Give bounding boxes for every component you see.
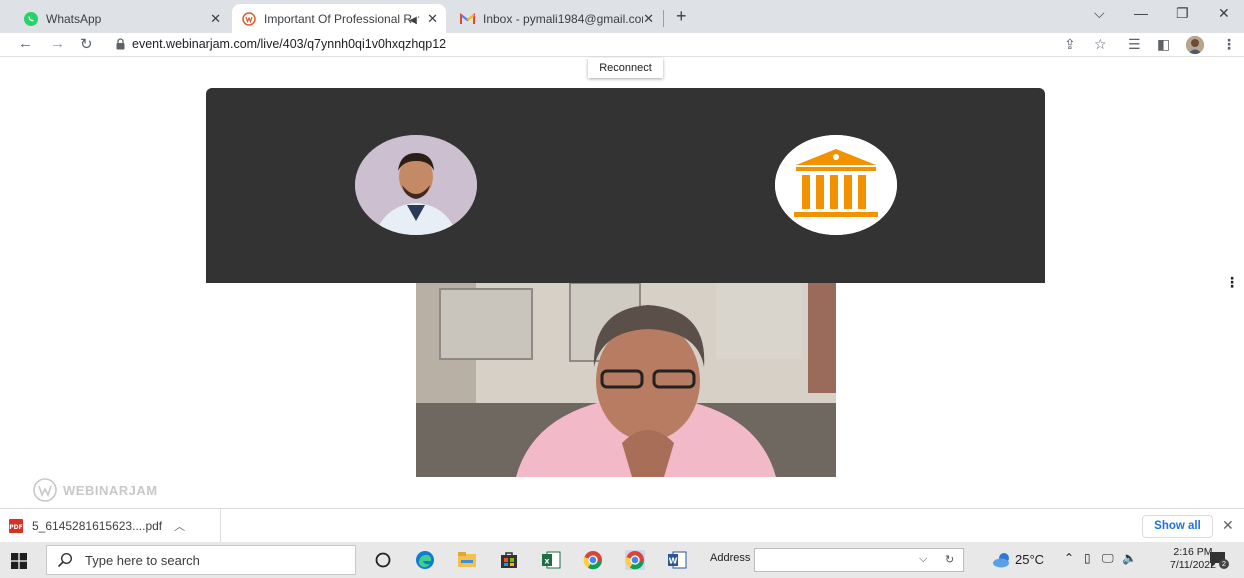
organization-avatar[interactable] — [775, 135, 897, 235]
reload-icon[interactable]: ↻ — [80, 35, 93, 53]
side-menu-icon[interactable]: ⋮ — [1225, 274, 1239, 292]
minimize-icon[interactable]: — — [1134, 5, 1148, 21]
presenter-photo-icon — [355, 135, 477, 235]
show-hidden-icons-chevron-icon[interactable]: ⌃ — [1064, 551, 1074, 565]
tab-search-chevron-icon[interactable]: ⌵ — [1094, 5, 1105, 22]
tab-whatsapp[interactable]: WhatsApp ✕ — [14, 4, 229, 33]
tab-strip: WhatsApp ✕ Important Of Professional Re … — [0, 0, 1244, 33]
go-refresh-icon[interactable]: ↻ — [945, 553, 954, 566]
forward-icon[interactable]: → — [50, 35, 65, 52]
chrome-icon[interactable] — [583, 550, 603, 570]
webcam-video[interactable] — [416, 283, 836, 477]
new-tab-icon[interactable]: + — [676, 6, 687, 27]
word-icon[interactable]: W — [667, 550, 687, 570]
whatsapp-icon — [24, 11, 38, 26]
excel-icon[interactable]: x — [541, 550, 561, 570]
tab-webinar[interactable]: Important Of Professional Re ◀ॱ ✕ — [232, 4, 446, 33]
address-toolbar-input[interactable]: ⌵ ↻ — [754, 548, 964, 572]
address-toolbar-label: Address — [710, 552, 751, 564]
action-center-icon[interactable]: 2 — [1208, 550, 1229, 570]
svg-text:x: x — [544, 557, 550, 566]
battery-icon[interactable]: ▯ — [1084, 551, 1091, 565]
reading-list-icon[interactable]: ☰ — [1128, 36, 1141, 53]
pdf-file-icon: PDF — [9, 519, 23, 533]
download-file-name: 5_6145281615623....pdf — [32, 519, 163, 533]
network-icon[interactable]: 🖵 — [1102, 551, 1114, 566]
search-placeholder: Type here to search — [85, 552, 200, 568]
webcam-feed-icon — [416, 283, 836, 477]
webinarjam-logo: WEBINARJAM — [33, 478, 158, 502]
store-icon[interactable] — [499, 550, 519, 570]
tab-separator — [663, 10, 664, 27]
browser-toolbar: ← → ↻ event.webinarjam.com/live/403/q7yn… — [0, 33, 1244, 57]
webinarjam-icon — [242, 11, 256, 26]
windows-taskbar: Type here to search x W Address ⌵ ↻ 25°C… — [0, 542, 1244, 578]
chrome-active-icon[interactable] — [625, 550, 645, 570]
reconnect-button[interactable]: Reconnect — [588, 58, 663, 78]
lock-icon[interactable] — [116, 38, 125, 50]
profile-photo-icon — [1186, 36, 1204, 54]
taskbar-search-box[interactable]: Type here to search — [46, 545, 356, 575]
profile-avatar[interactable] — [1186, 36, 1204, 54]
close-download-bar-icon[interactable]: ✕ — [1222, 517, 1234, 534]
brand-name: WEBINARJAM — [63, 482, 158, 498]
search-icon — [57, 552, 73, 568]
show-all-button[interactable]: Show all — [1142, 515, 1213, 538]
side-panel-icon[interactable]: ◧ — [1157, 36, 1170, 53]
tab-title: Inbox - pymali1984@gmail.com — [483, 11, 643, 26]
svg-text:PDF: PDF — [9, 524, 22, 531]
file-explorer-icon[interactable] — [457, 550, 477, 570]
close-tab-icon[interactable]: ✕ — [427, 11, 438, 27]
cortana-icon[interactable] — [373, 550, 393, 570]
tab-title: WhatsApp — [46, 11, 102, 26]
menu-kebab-icon[interactable]: ⋮ — [1222, 36, 1236, 53]
gmail-icon — [460, 12, 475, 24]
windows-start-icon[interactable] — [11, 553, 27, 569]
bank-building-icon — [775, 135, 897, 235]
share-icon[interactable]: ⇪ — [1064, 36, 1076, 53]
edge-icon[interactable] — [415, 550, 435, 570]
close-tab-icon[interactable]: ✕ — [210, 11, 221, 27]
address-bar[interactable]: event.webinarjam.com/live/403/q7ynnh0qi1… — [132, 37, 446, 51]
tab-title: Important Of Professional Re — [264, 11, 412, 26]
speaker-icon[interactable]: ◀ॱ — [409, 12, 420, 26]
presenter-avatar[interactable] — [355, 135, 477, 235]
restore-icon[interactable]: ❐ — [1176, 5, 1189, 22]
presenters-stage — [206, 88, 1045, 283]
bookmark-star-icon[interactable]: ☆ — [1094, 36, 1107, 53]
close-window-icon[interactable]: ✕ — [1218, 5, 1230, 22]
close-tab-icon[interactable]: ✕ — [643, 11, 654, 27]
back-icon[interactable]: ← — [18, 35, 33, 52]
webinarjam-logo-icon — [33, 478, 57, 502]
webinar-page: Reconnect ⋮ WEBINARJAM — [0, 57, 1244, 508]
tab-gmail[interactable]: Inbox - pymali1984@gmail.com ✕ — [450, 4, 662, 33]
volume-icon[interactable]: 🔈 — [1122, 551, 1137, 565]
download-item[interactable]: PDF 5_6145281615623....pdf ︿ — [8, 509, 221, 543]
dropdown-chevron-icon[interactable]: ⌵ — [919, 553, 927, 566]
notification-count-badge: 2 — [1219, 559, 1229, 569]
weather-cloud-icon[interactable] — [992, 552, 1012, 568]
svg-text:W: W — [669, 557, 678, 566]
weather-temperature[interactable]: 25°C — [1015, 552, 1044, 567]
download-bar: PDF 5_6145281615623....pdf ︿ Show all ✕ — [0, 508, 1244, 543]
chevron-up-icon[interactable]: ︿ — [174, 518, 185, 534]
